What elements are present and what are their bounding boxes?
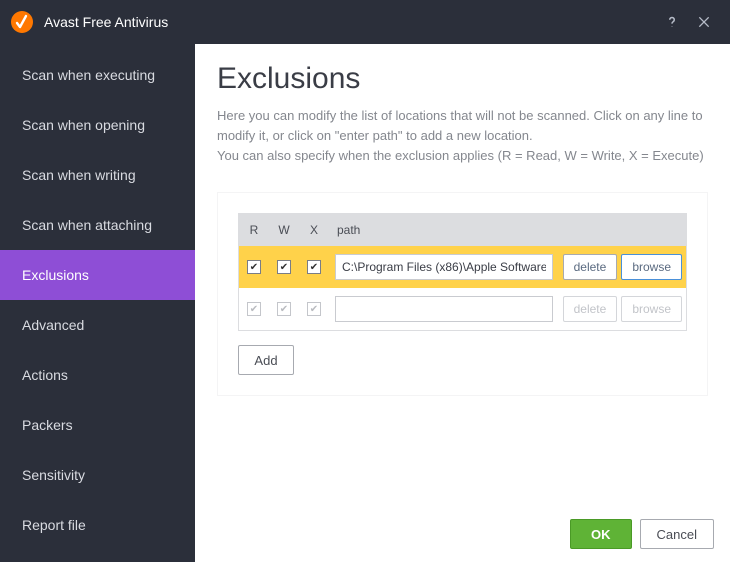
- sidebar-item-sensitivity[interactable]: Sensitivity: [0, 450, 195, 500]
- sidebar-item-label: Report file: [22, 517, 86, 533]
- sidebar-item-advanced[interactable]: Advanced: [0, 300, 195, 350]
- page-description-2: You can also specify when the exclusion …: [217, 146, 708, 166]
- path-input[interactable]: [335, 296, 553, 322]
- sidebar-item-packers[interactable]: Packers: [0, 400, 195, 450]
- sidebar-item-label: Scan when opening: [22, 117, 145, 133]
- checkbox-x[interactable]: ✔: [307, 260, 321, 274]
- checkbox-r[interactable]: ✔: [247, 302, 261, 316]
- sidebar-item-scan-opening[interactable]: Scan when opening: [0, 100, 195, 150]
- sidebar-item-scan-executing[interactable]: Scan when executing: [0, 50, 195, 100]
- avast-logo-icon: [10, 10, 34, 34]
- cancel-button[interactable]: Cancel: [640, 519, 714, 549]
- table-header: R W X path: [239, 214, 686, 246]
- content: Exclusions Here you can modify the list …: [195, 44, 730, 562]
- exclusions-panel: R W X path ✔ ✔ ✔ delete browse: [217, 192, 708, 396]
- add-button[interactable]: Add: [238, 345, 294, 375]
- checkbox-w[interactable]: ✔: [277, 260, 291, 274]
- col-header-path: path: [329, 223, 554, 237]
- app-title: Avast Free Antivirus: [44, 14, 656, 30]
- sidebar-item-actions[interactable]: Actions: [0, 350, 195, 400]
- table-row[interactable]: ✔ ✔ ✔ delete browse: [239, 246, 686, 288]
- delete-button: delete: [563, 296, 618, 322]
- table-row[interactable]: ✔ ✔ ✔ delete browse: [239, 288, 686, 330]
- app-window: Avast Free Antivirus Scan when executing…: [0, 0, 730, 562]
- help-button[interactable]: [656, 6, 688, 38]
- sidebar-item-label: Exclusions: [22, 267, 89, 283]
- delete-button[interactable]: delete: [563, 254, 618, 280]
- close-button[interactable]: [688, 6, 720, 38]
- sidebar-item-scan-writing[interactable]: Scan when writing: [0, 150, 195, 200]
- sidebar-item-label: Advanced: [22, 317, 84, 333]
- sidebar-item-label: Actions: [22, 367, 68, 383]
- titlebar: Avast Free Antivirus: [0, 0, 730, 44]
- sidebar-item-label: Scan when writing: [22, 167, 136, 183]
- sidebar-item-label: Packers: [22, 417, 73, 433]
- col-header-w: W: [269, 223, 299, 237]
- col-header-x: X: [299, 223, 329, 237]
- browse-button: browse: [621, 296, 682, 322]
- exclusions-table: R W X path ✔ ✔ ✔ delete browse: [238, 213, 687, 331]
- sidebar-item-label: Scan when attaching: [22, 217, 152, 233]
- checkbox-w[interactable]: ✔: [277, 302, 291, 316]
- sidebar-item-exclusions[interactable]: Exclusions: [0, 250, 195, 300]
- dialog-footer: OK Cancel: [195, 506, 730, 562]
- sidebar-item-label: Sensitivity: [22, 467, 85, 483]
- page-description-1: Here you can modify the list of location…: [217, 106, 708, 146]
- sidebar-item-report-file[interactable]: Report file: [0, 500, 195, 550]
- ok-button[interactable]: OK: [570, 519, 632, 549]
- sidebar: Scan when executing Scan when opening Sc…: [0, 44, 195, 562]
- checkbox-r[interactable]: ✔: [247, 260, 261, 274]
- checkbox-x[interactable]: ✔: [307, 302, 321, 316]
- sidebar-item-label: Scan when executing: [22, 67, 155, 83]
- body: Scan when executing Scan when opening Sc…: [0, 44, 730, 562]
- browse-button[interactable]: browse: [621, 254, 682, 280]
- path-input[interactable]: [335, 254, 553, 280]
- page-title: Exclusions: [217, 62, 708, 96]
- col-header-r: R: [239, 223, 269, 237]
- sidebar-item-scan-attaching[interactable]: Scan when attaching: [0, 200, 195, 250]
